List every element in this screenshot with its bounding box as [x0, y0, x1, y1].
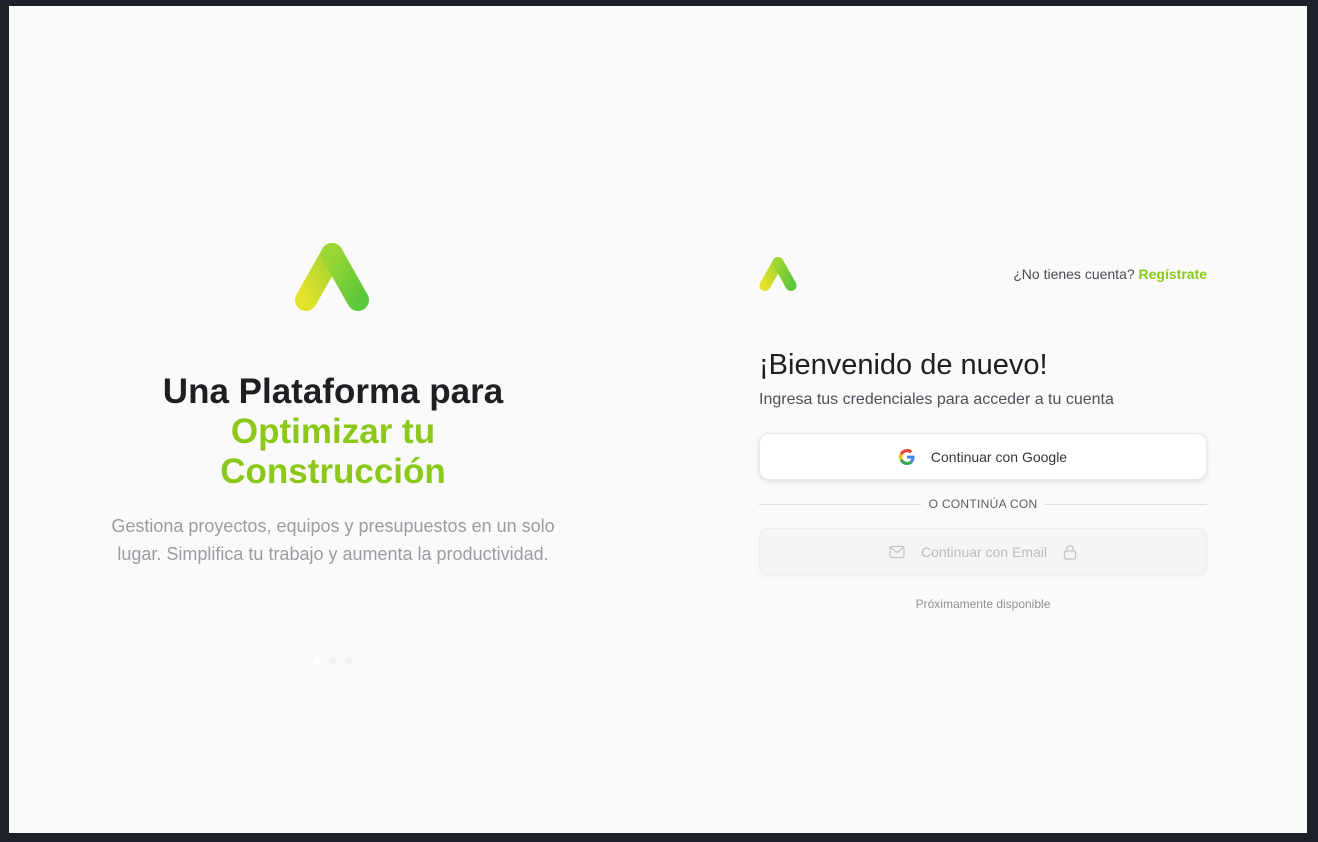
carousel-dot-3[interactable]: [345, 657, 353, 665]
hero-title-line1: Una Plataforma para: [162, 372, 504, 411]
login-panel: ¿No tienes cuenta? Regístrate ¡Bienvenid…: [759, 256, 1207, 611]
hero-panel: Una Plataforma para Optimizar tu Constru…: [9, 6, 657, 833]
email-button-label: Continuar con Email: [920, 543, 1048, 560]
email-signin-button[interactable]: Continuar con Email: [759, 528, 1207, 575]
signup-prompt-text: ¿No tienes cuenta?: [1013, 266, 1135, 282]
hero-logo-card: [268, 213, 396, 341]
brand-logo-icon: [295, 243, 369, 311]
hero-title: Una Plataforma para Optimizar tu Constru…: [83, 372, 583, 492]
hero-title-line3: Construcción: [220, 452, 446, 491]
divider-line-left: [759, 503, 921, 505]
carousel-dot-1[interactable]: [313, 657, 321, 665]
google-signin-button[interactable]: Continuar con Google: [759, 433, 1207, 480]
google-icon: [898, 448, 915, 465]
login-header: ¿No tienes cuenta? Regístrate: [759, 256, 1207, 292]
divider: O CONTINÚA CON: [759, 497, 1207, 511]
welcome-subtitle: Ingresa tus credenciales para acceder a …: [759, 391, 1114, 408]
hero-title-line2: Optimizar tu: [230, 412, 436, 451]
google-button-label: Continuar con Google: [930, 448, 1068, 465]
divider-text: O CONTINÚA CON: [928, 497, 1038, 511]
app-window: Una Plataforma para Optimizar tu Constru…: [9, 6, 1307, 833]
carousel-dot-2[interactable]: [329, 657, 337, 665]
coming-soon-note: Próximamente disponible: [915, 597, 1051, 611]
lock-icon: [1063, 544, 1077, 560]
mail-icon: [889, 545, 905, 558]
welcome-title: ¡Bienvenido de nuevo!: [759, 349, 1048, 381]
signup-prompt: ¿No tienes cuenta? Regístrate: [1013, 266, 1207, 282]
carousel-dots: [313, 657, 353, 665]
hero-subtitle: Gestiona proyectos, equipos y presupuest…: [111, 516, 555, 564]
signup-link[interactable]: Regístrate: [1139, 266, 1207, 282]
brand-logo-small-icon: [759, 257, 797, 291]
divider-line-right: [1045, 503, 1207, 505]
